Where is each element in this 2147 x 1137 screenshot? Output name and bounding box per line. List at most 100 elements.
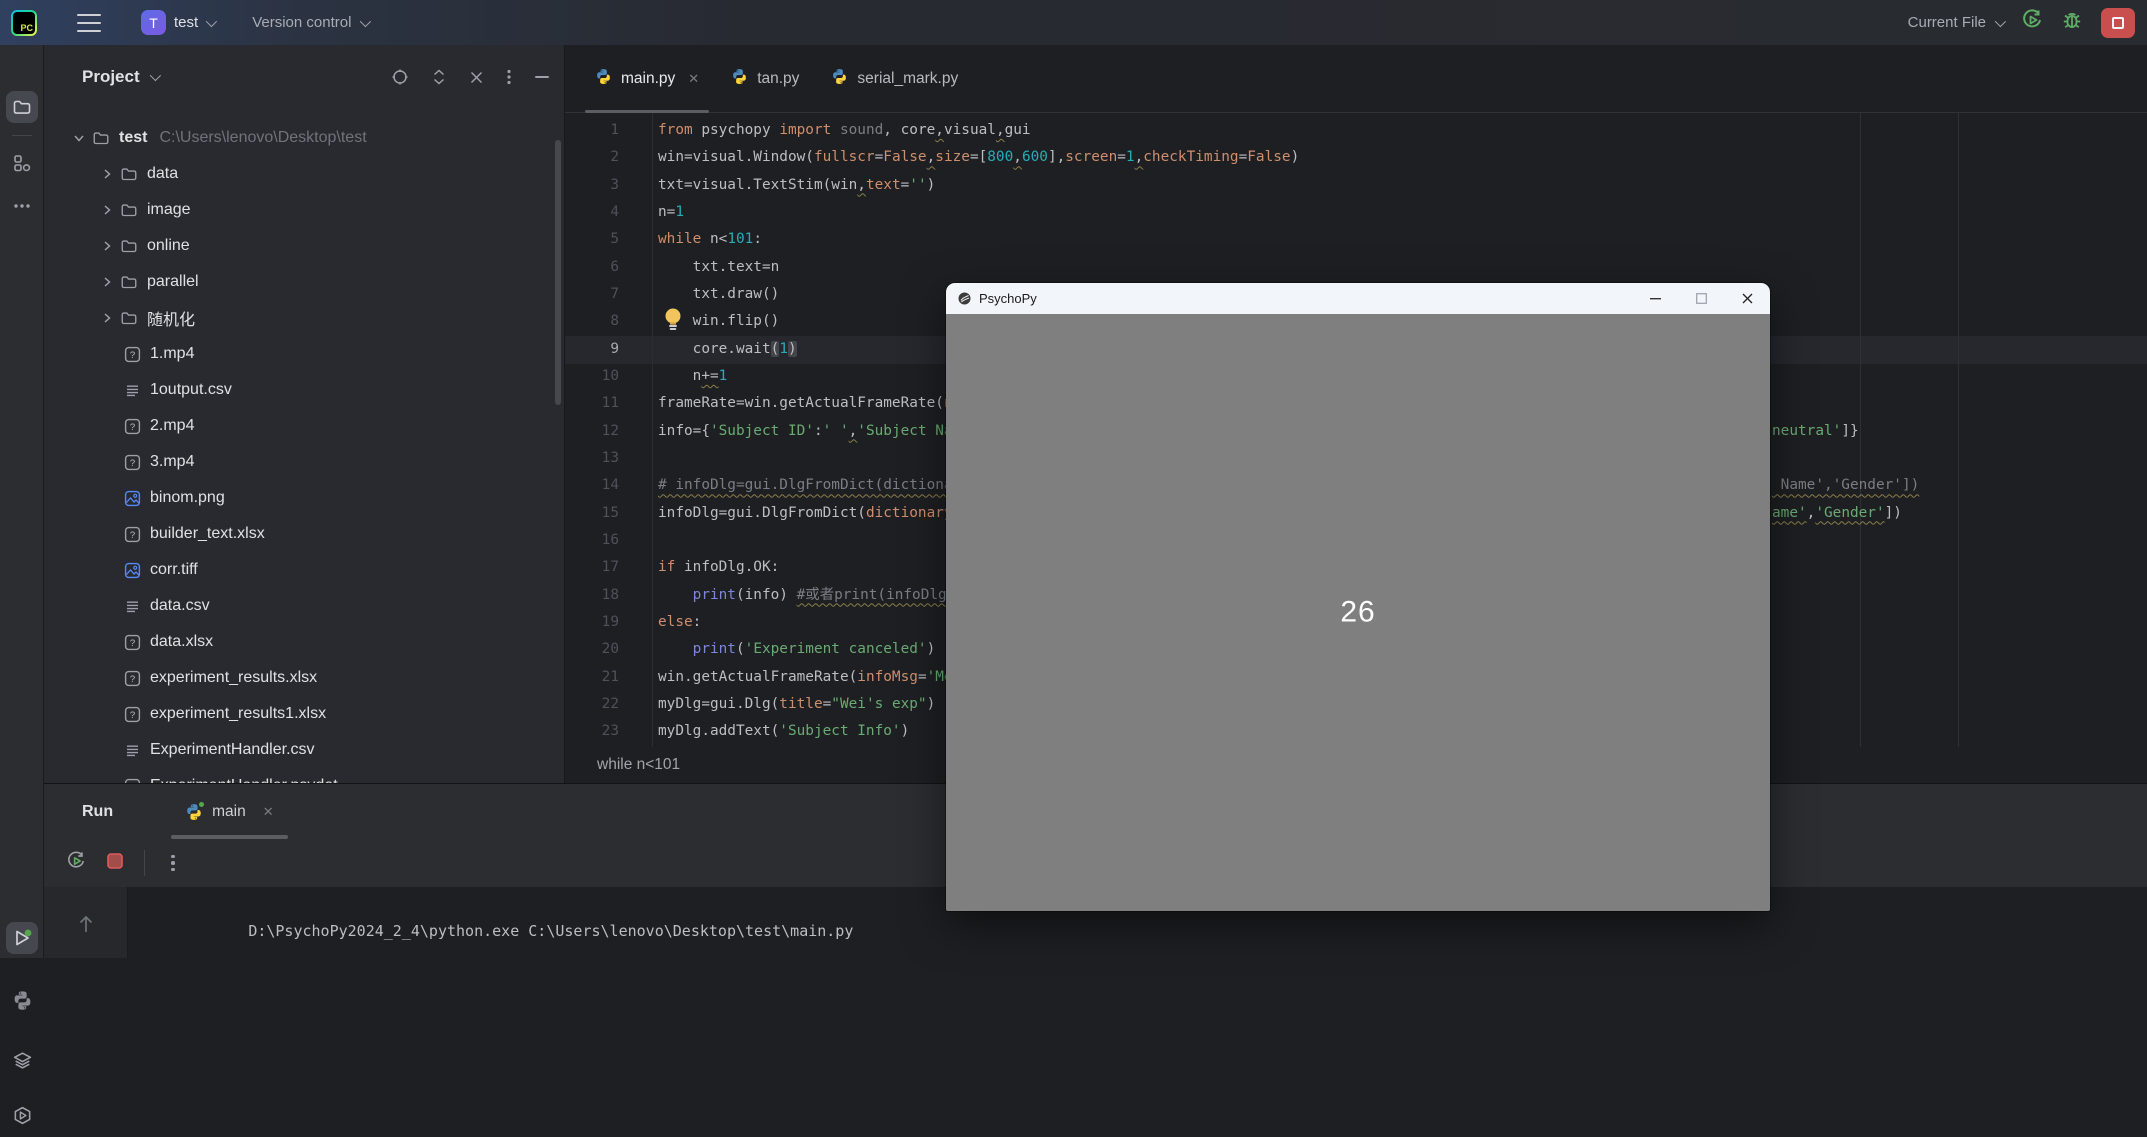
close-icon[interactable]: ✕ — [688, 71, 699, 87]
chevron-down-icon[interactable] — [68, 131, 90, 145]
intention-lightbulb-icon[interactable] — [662, 306, 684, 332]
more-toolwindows-button[interactable] — [6, 190, 38, 222]
svg-text:?: ? — [130, 530, 135, 541]
project-toolwindow-button[interactable] — [6, 91, 38, 123]
line-number[interactable]: 2 — [565, 144, 619, 171]
line-number[interactable]: 14 — [565, 472, 619, 499]
tree-item-root[interactable]: testC:\Users\lenovo\Desktop\test — [44, 120, 564, 156]
locate-file-icon[interactable] — [391, 68, 409, 86]
tree-item-folder[interactable]: data — [44, 156, 564, 192]
tree-item-folder[interactable]: parallel — [44, 264, 564, 300]
tree-item-folder[interactable]: online — [44, 228, 564, 264]
tree-item-file[interactable]: ?2.mp4 — [44, 408, 564, 444]
image-file-icon — [124, 562, 141, 579]
tree-item-label: 1output.csv — [150, 381, 232, 399]
tree-item-file[interactable]: ?3.mp4 — [44, 444, 564, 480]
line-number[interactable]: 23 — [565, 718, 619, 745]
collapse-all-icon[interactable] — [469, 70, 484, 85]
project-scrollbar[interactable] — [555, 140, 561, 405]
tree-item-file[interactable]: ?builder_text.xlsx — [44, 516, 564, 552]
unknown-icon: ? — [124, 454, 141, 471]
structure-toolwindow-button[interactable] — [6, 147, 38, 179]
line-number[interactable]: 11 — [565, 390, 619, 417]
project-panel-title[interactable]: Project — [82, 67, 140, 87]
maximize-button[interactable] — [1678, 283, 1724, 314]
line-number[interactable]: 15 — [565, 500, 619, 527]
line-number[interactable]: 12 — [565, 418, 619, 445]
tree-item-folder[interactable]: image — [44, 192, 564, 228]
line-number-gutter[interactable]: 1234567891011121314151617181920212223242… — [565, 117, 652, 747]
tree-item-file[interactable]: data.csv — [44, 588, 564, 624]
line-number[interactable]: 16 — [565, 527, 619, 554]
line-number[interactable]: 13 — [565, 445, 619, 472]
line-number[interactable]: 19 — [565, 609, 619, 636]
minimize-button[interactable] — [1632, 283, 1678, 314]
vcs-widget[interactable]: Version control — [252, 14, 368, 31]
editor-tab-tan.py[interactable]: tan.py — [715, 45, 815, 112]
tree-item-file[interactable]: ExperimentHandler.csv — [44, 732, 564, 768]
line-number[interactable]: 17 — [565, 554, 619, 581]
python-console-toolwindow-button[interactable] — [6, 1099, 38, 1131]
chevron-right-icon[interactable] — [96, 167, 118, 181]
psychopy-window[interactable]: PsychoPy 26 — [946, 283, 1770, 911]
line-number[interactable]: 6 — [565, 254, 619, 281]
line-number[interactable]: 24 — [565, 746, 619, 747]
chevron-right-icon[interactable] — [96, 311, 118, 325]
python-packages-toolwindow-button[interactable] — [6, 984, 38, 1016]
expand-all-icon[interactable] — [431, 68, 447, 86]
tree-item-file[interactable]: binom.png — [44, 480, 564, 516]
close-icon[interactable]: ✕ — [263, 804, 274, 820]
run-tab-main[interactable]: main ✕ — [179, 784, 280, 839]
tree-item-file[interactable]: ?experiment_results1.xlsx — [44, 696, 564, 732]
run-button[interactable] — [2021, 9, 2043, 36]
line-number[interactable]: 18 — [565, 582, 619, 609]
editor-tab-serial_mark.py[interactable]: serial_mark.py — [815, 45, 974, 112]
stop-process-button[interactable] — [106, 852, 124, 875]
chevron-right-icon — [100, 311, 114, 325]
running-indicator-dot — [197, 800, 206, 809]
hide-panel-icon[interactable] — [534, 75, 550, 79]
tree-item-file[interactable]: corr.tiff — [44, 552, 564, 588]
line-number[interactable]: 7 — [565, 281, 619, 308]
image-file-icon — [124, 490, 141, 507]
unknown-icon: ? — [124, 418, 141, 435]
tree-item-file[interactable]: ?experiment_results.xlsx — [44, 660, 564, 696]
close-button[interactable] — [1724, 283, 1770, 314]
run-options-kebab[interactable] — [165, 855, 181, 872]
tree-item-file[interactable]: ?data.xlsx — [44, 624, 564, 660]
run-config-selector[interactable]: Current File — [1908, 14, 2003, 31]
rerun-button[interactable] — [66, 851, 86, 876]
services-toolwindow-button[interactable] — [6, 1044, 38, 1076]
tree-item-file[interactable]: ?1.mp4 — [44, 336, 564, 372]
line-number[interactable]: 10 — [565, 363, 619, 390]
text-icon — [124, 742, 141, 759]
line-number[interactable]: 8 — [565, 308, 619, 335]
editor-tab-main.py[interactable]: main.py✕ — [579, 45, 715, 112]
line-number[interactable]: 20 — [565, 636, 619, 663]
tree-item-file[interactable]: 1output.csv — [44, 372, 564, 408]
chevron-right-icon[interactable] — [96, 239, 118, 253]
line-number[interactable]: 22 — [565, 691, 619, 718]
unknown-icon: ? — [124, 346, 141, 363]
project-widget[interactable]: T test — [141, 10, 214, 35]
psychopy-titlebar[interactable]: PsychoPy — [946, 283, 1770, 314]
line-number[interactable]: 21 — [565, 664, 619, 691]
scope-hint-text[interactable]: while n<101 — [597, 756, 680, 774]
line-number[interactable]: 9 — [565, 336, 619, 363]
chevron-right-icon[interactable] — [96, 275, 118, 289]
code-line: txt=visual.TextStim(win,text='') — [658, 172, 2147, 199]
main-menu-button[interactable] — [77, 14, 101, 32]
scroll-to-top-icon[interactable] — [77, 913, 95, 935]
line-number[interactable]: 5 — [565, 226, 619, 253]
tree-item-file[interactable]: ?ExperimentHandler.psydat — [44, 768, 564, 783]
options-kebab-icon[interactable] — [506, 68, 512, 86]
run-toolwindow-button[interactable] — [6, 922, 38, 954]
line-number[interactable]: 1 — [565, 117, 619, 144]
chevron-right-icon[interactable] — [96, 203, 118, 217]
line-number[interactable]: 3 — [565, 172, 619, 199]
tree-item-folder[interactable]: 随机化 — [44, 300, 564, 336]
code-fragment: Name','Gender']) — [1772, 472, 1919, 499]
debug-button[interactable] — [2061, 9, 2083, 36]
stop-button[interactable] — [2101, 8, 2135, 38]
line-number[interactable]: 4 — [565, 199, 619, 226]
